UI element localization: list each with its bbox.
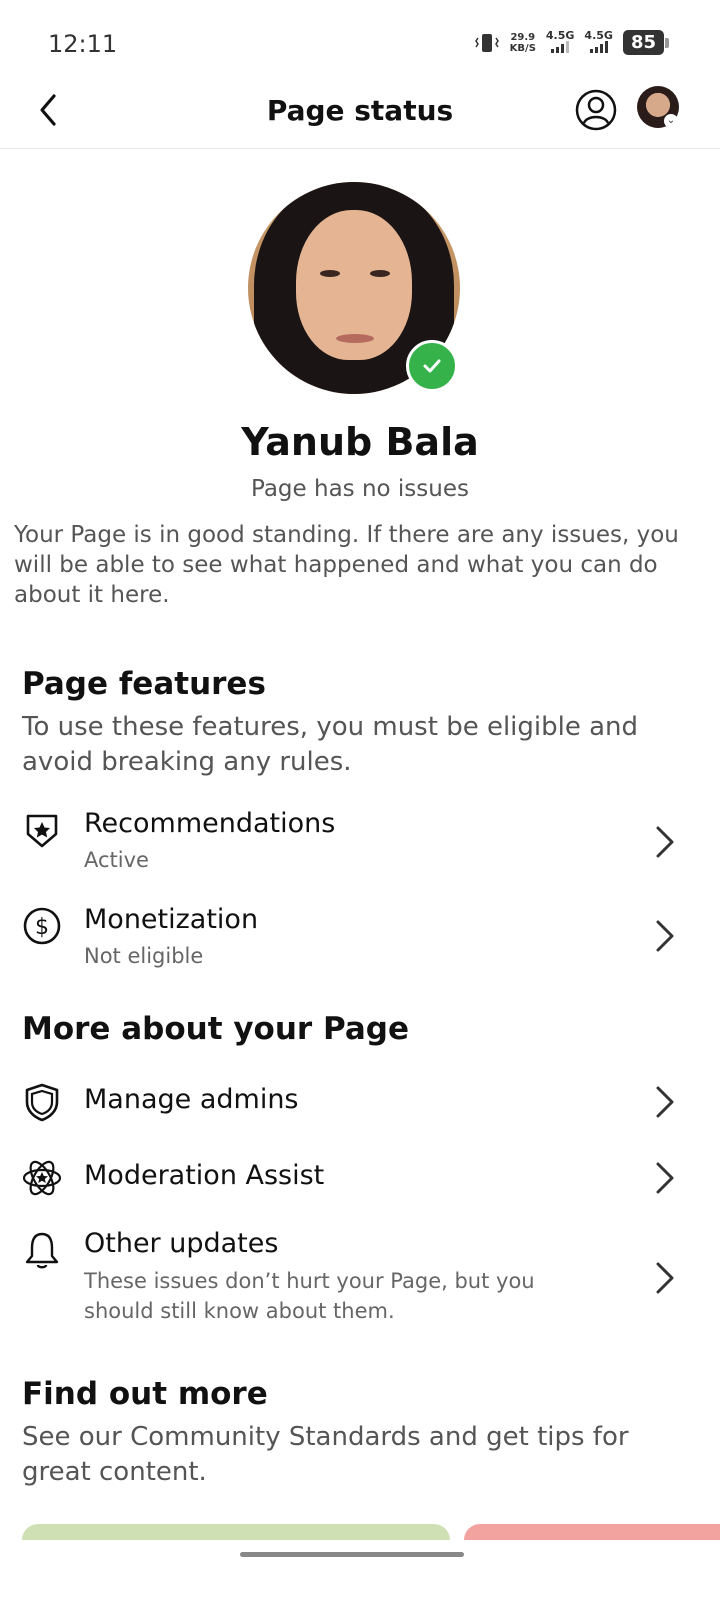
status-indicators: 29.9 KB/S 4.5G 4.5G 85 <box>474 29 670 55</box>
chevron-right-icon <box>656 1086 674 1118</box>
section-title-page-features: Page features <box>22 666 266 702</box>
chevron-right-icon <box>656 1162 674 1194</box>
system-nav-bar <box>0 1540 720 1600</box>
network-type-2: 4.5G <box>584 29 613 42</box>
row-other-updates[interactable]: Other updates These issues don’t hurt yo… <box>0 1226 720 1336</box>
row-sublabel: These issues don’t hurt your Page, but y… <box>84 1269 535 1323</box>
page-status: Page has no issues <box>251 476 469 502</box>
page-name: Yanub Bala <box>241 420 479 464</box>
app-bar: Page status ⌄ <box>0 72 720 149</box>
network-type-1: 4.5G <box>545 29 575 42</box>
speed-value: 29.9 <box>510 31 536 43</box>
row-recommendations[interactable]: Recommendations Active <box>0 800 720 886</box>
chevron-right-icon <box>656 920 674 952</box>
row-label: Monetization <box>84 904 259 935</box>
section-title-more: More about your Page <box>22 1011 410 1047</box>
shield-icon <box>25 1083 59 1122</box>
svg-text:$: $ <box>35 915 49 940</box>
section-subtitle-find-out: See our Community Standards and get tips… <box>22 1422 629 1487</box>
signal-1: 4.5G <box>545 29 575 55</box>
chevron-right-icon <box>656 1262 674 1294</box>
row-sublabel: Active <box>84 848 149 872</box>
atom-star-icon <box>22 1160 62 1196</box>
vibrate-icon <box>474 33 499 52</box>
speed-unit: KB/S <box>509 42 536 54</box>
network-speed: 29.9 KB/S <box>510 32 536 54</box>
dollar-circle-icon: $ <box>23 907 61 945</box>
signal-bars-icon <box>551 41 570 53</box>
shield-star-icon <box>26 814 58 848</box>
signal-bars-icon <box>589 41 608 53</box>
status-description: Your Page is in good standing. If there … <box>14 522 679 608</box>
section-title-find-out: Find out more <box>22 1376 268 1412</box>
check-badge-icon <box>406 340 458 392</box>
bell-icon <box>25 1232 59 1269</box>
row-moderation-assist[interactable]: Moderation Assist <box>0 1152 720 1212</box>
status-time: 12:11 <box>48 30 118 58</box>
chevron-down-icon[interactable]: ⌄ <box>664 114 678 128</box>
row-sublabel: Not eligible <box>84 944 204 968</box>
row-label: Other updates <box>84 1228 279 1259</box>
row-label: Moderation Assist <box>84 1160 325 1191</box>
row-manage-admins[interactable]: Manage admins <box>0 1076 720 1136</box>
section-subtitle-page-features: To use these features, you must be eligi… <box>22 712 639 777</box>
user-circle-icon[interactable] <box>574 88 618 132</box>
row-label: Manage admins <box>84 1084 299 1115</box>
chevron-right-icon <box>656 826 674 858</box>
row-monetization[interactable]: $ Monetization Not eligible <box>0 896 720 982</box>
signal-2: 4.5G <box>584 30 613 55</box>
gesture-handle[interactable] <box>240 1552 464 1557</box>
row-label: Recommendations <box>84 808 336 839</box>
battery-indicator: 85 <box>622 30 670 55</box>
